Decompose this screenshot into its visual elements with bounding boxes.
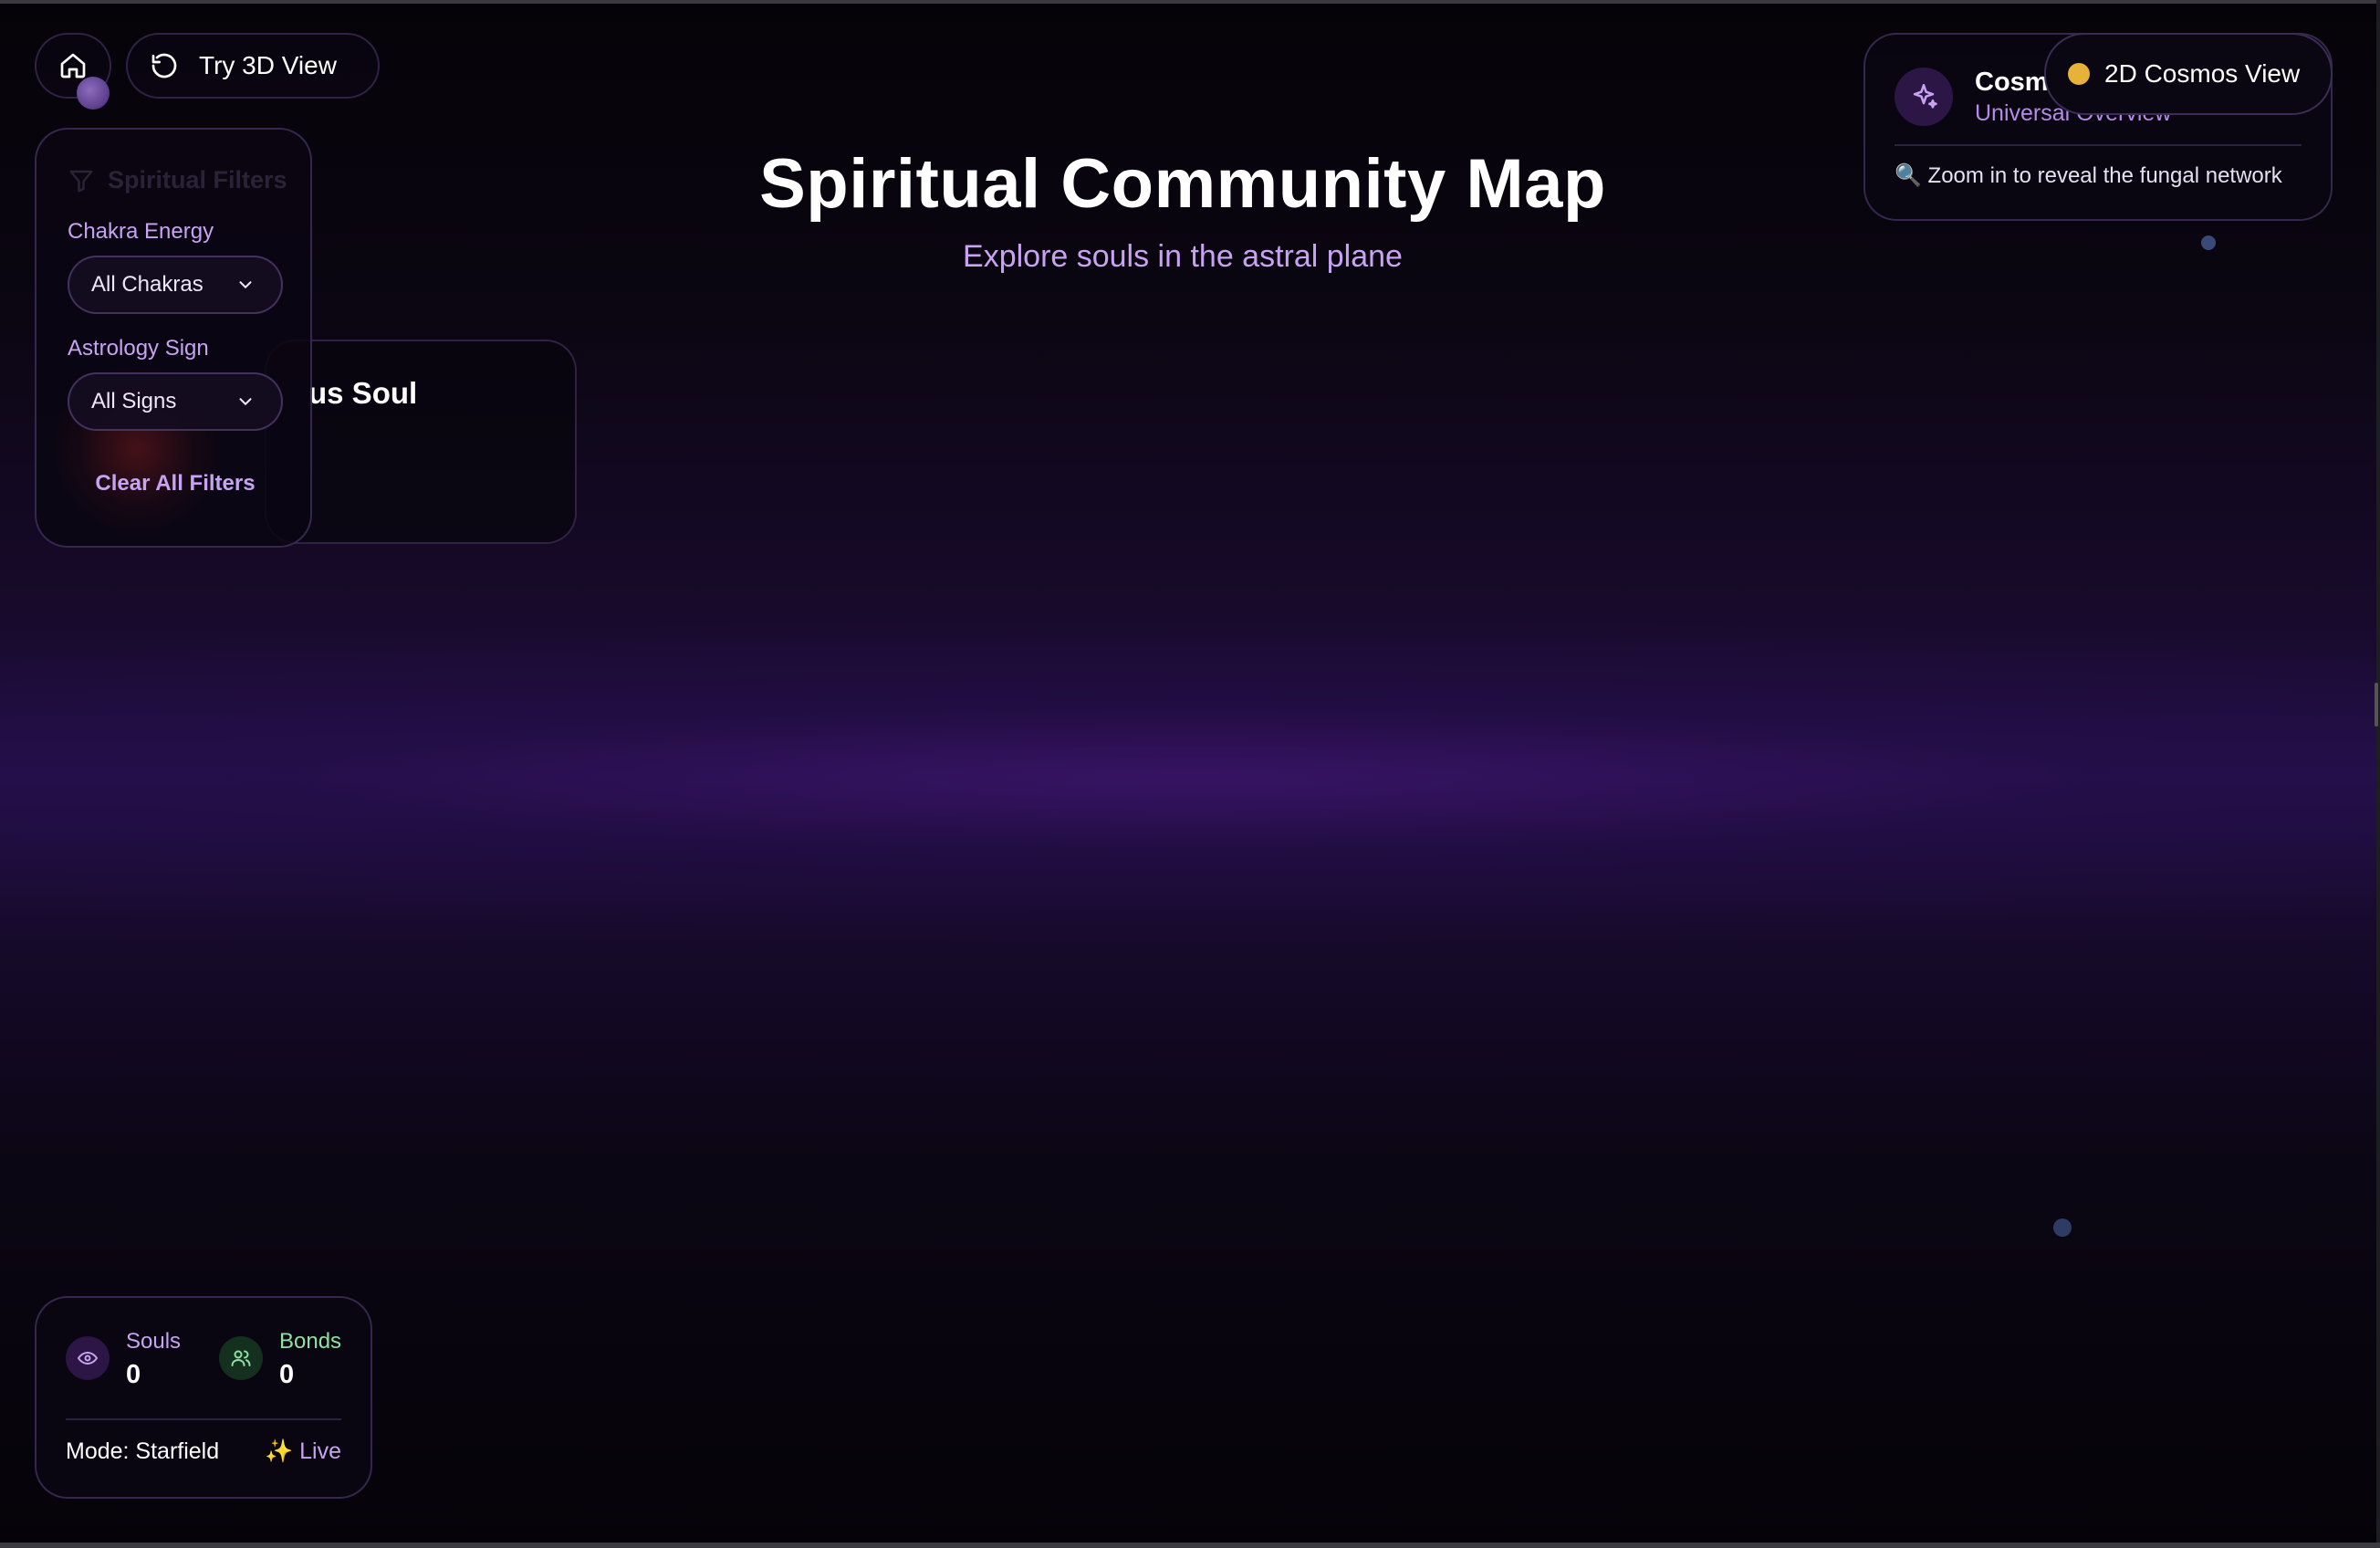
chevron-down-icon (235, 392, 256, 412)
astrology-sign-select[interactable]: All Signs (68, 372, 283, 431)
souls-label: Souls (126, 1329, 182, 1354)
chakra-energy-select[interactable]: All Chakras (68, 256, 283, 314)
status-dot (2068, 63, 2090, 85)
chakra-energy-label: Chakra Energy (68, 219, 214, 244)
soul-name: us Soul (308, 376, 418, 410)
view-mode-label: 2D Cosmos View (2104, 59, 2301, 88)
page-subtitle: Explore souls in the astral plane (963, 239, 1403, 274)
spiritual-filters-panel: Spiritual Filters Chakra Energy All Chak… (35, 128, 312, 548)
filter-icon (68, 167, 95, 194)
zoom-hint: 🔍 Zoom in to reveal the fungal network (1895, 163, 2282, 188)
sparkles-icon (1895, 68, 1953, 126)
bonds-count: 0 (279, 1360, 295, 1389)
divider (1895, 144, 2302, 146)
bonds-label: Bonds (279, 1329, 342, 1354)
cosmos-title: Cosm (1975, 68, 2049, 97)
chakra-energy-value: All Chakras (91, 272, 204, 297)
mode-indicator: Mode: Starfield (66, 1438, 220, 1464)
astrology-sign-value: All Signs (91, 389, 177, 413)
users-icon (219, 1336, 263, 1380)
divider (66, 1418, 341, 1420)
scrollbar[interactable] (2375, 683, 2378, 727)
refresh-icon (150, 51, 179, 80)
user-presence-dot (77, 77, 110, 110)
clear-all-filters-button[interactable]: Clear All Filters (37, 471, 310, 497)
souls-count: 0 (126, 1360, 141, 1389)
filters-header: Spiritual Filters (68, 166, 287, 194)
try-3d-view-label: Try 3D View (199, 51, 337, 79)
try-3d-view-button[interactable]: Try 3D View (126, 33, 380, 99)
filters-title: Spiritual Filters (108, 166, 287, 194)
star-node[interactable] (2053, 1219, 2072, 1237)
live-badge: ✨ Live (265, 1438, 341, 1464)
window-bottom-edge (0, 1543, 2380, 1548)
stats-card: Souls 0 Bonds 0 Mode: Starfield ✨ Live (35, 1296, 372, 1499)
window-edge (2376, 0, 2380, 1548)
chevron-down-icon (235, 275, 256, 295)
home-icon (58, 51, 88, 80)
view-mode-toggle[interactable]: 2D Cosmos View (2044, 33, 2333, 115)
eye-icon (66, 1336, 110, 1380)
astrology-sign-label: Astrology Sign (68, 336, 209, 361)
